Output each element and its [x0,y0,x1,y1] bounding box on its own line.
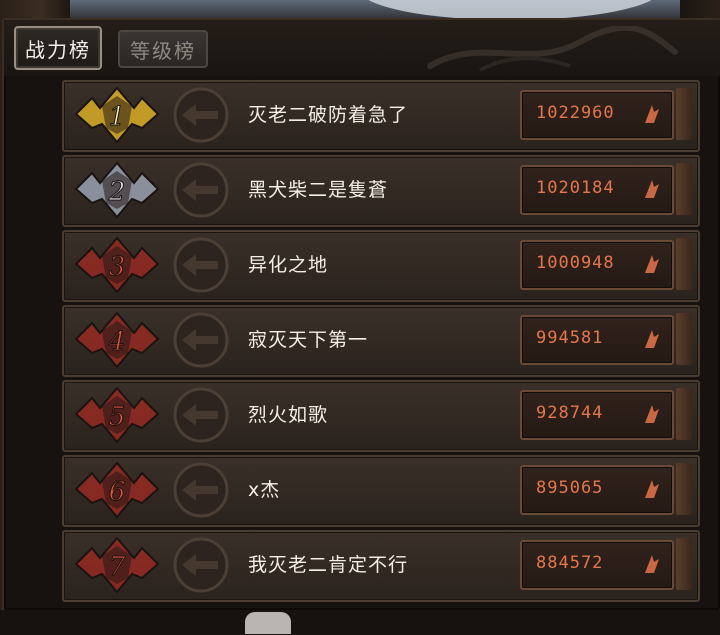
rank-number: 2 [108,177,126,207]
row-end-cap [676,313,692,365]
power-score: 994581 [536,328,604,348]
player-name: 异化之地 [248,254,329,276]
ranking-row[interactable]: 7 我灭老二肯定不行 884572 [62,530,700,602]
rank-number: 4 [108,327,126,357]
emblem-icon [173,87,229,143]
flourish-decoration [427,26,678,72]
combat-power-icon [645,105,659,123]
power-score-box: 1000948 [520,240,674,290]
power-score: 1000948 [536,253,615,273]
combat-power-icon [645,555,659,573]
player-name: 烈火如歌 [248,404,329,426]
row-end-cap [676,88,692,140]
rank-badge-icon: 5 [74,386,160,444]
row-end-cap [676,538,692,590]
power-score: 928744 [536,403,604,423]
power-score-box: 928744 [520,390,674,440]
rank-number: 1 [109,102,126,132]
power-score-box: 1020184 [520,165,674,215]
ranking-row[interactable]: 5 烈火如歌 928744 [62,380,700,452]
power-score-box: 884572 [520,540,674,590]
ranking-row[interactable]: 1 灭老二破防着急了 1022960 [62,80,700,152]
emblem-icon [173,462,229,518]
combat-power-icon [645,255,659,273]
emblem-icon [173,537,229,593]
leaderboard-panel: 战力榜 等级榜 1 灭老二破防着急了 1022960 2 黑犬柴二是隻蒼 1020184 3… [2,18,720,612]
ranking-row[interactable]: 6 x杰 895065 [62,455,700,527]
combat-power-icon [645,405,659,423]
power-score: 884572 [536,553,604,573]
combat-power-icon [645,330,659,348]
rank-number: 6 [109,477,126,507]
ranking-list: 1 灭老二破防着急了 1022960 2 黑犬柴二是隻蒼 1020184 3 异化之地 1000… [62,80,702,605]
rank-badge-icon: 2 [74,161,160,219]
bottom-strip [0,610,720,635]
power-score: 1020184 [536,178,615,198]
rank-badge-icon: 3 [74,236,160,294]
emblem-icon [173,237,229,293]
ranking-row[interactable]: 3 异化之地 1000948 [62,230,700,302]
player-name: x杰 [248,479,281,501]
tab-power-ranking[interactable]: 战力榜 [14,26,102,70]
rank-badge-icon: 6 [74,461,160,519]
rank-badge-icon: 7 [74,536,160,594]
power-score-box: 895065 [520,465,674,515]
player-name: 黑犬柴二是隻蒼 [248,179,389,201]
player-name: 灭老二破防着急了 [248,104,409,126]
power-score-box: 1022960 [520,90,674,140]
row-end-cap [676,388,692,440]
row-end-cap [676,463,692,515]
emblem-icon [173,387,229,443]
row-end-cap [676,163,692,215]
tab-level-ranking[interactable]: 等级榜 [118,30,208,68]
ranking-row[interactable]: 2 黑犬柴二是隻蒼 1020184 [62,155,700,227]
moon-decoration [360,0,660,20]
power-score-box: 994581 [520,315,674,365]
tab-bar: 战力榜 等级榜 [4,20,720,76]
rank-number: 3 [109,252,126,282]
emblem-icon [173,312,229,368]
bottom-orb-decoration [245,612,291,634]
emblem-icon [173,162,229,218]
power-score: 1022960 [536,103,615,123]
rank-badge-icon: 4 [74,311,160,369]
combat-power-icon [645,180,659,198]
power-score: 895065 [536,478,604,498]
row-end-cap [676,238,692,290]
rank-number: 5 [109,402,126,432]
combat-power-icon [645,480,659,498]
ranking-row[interactable]: 4 寂灭天下第一 994581 [62,305,700,377]
rank-number: 7 [109,552,126,582]
player-name: 我灭老二肯定不行 [248,554,409,576]
player-name: 寂灭天下第一 [248,329,369,351]
rank-badge-icon: 1 [74,86,160,144]
